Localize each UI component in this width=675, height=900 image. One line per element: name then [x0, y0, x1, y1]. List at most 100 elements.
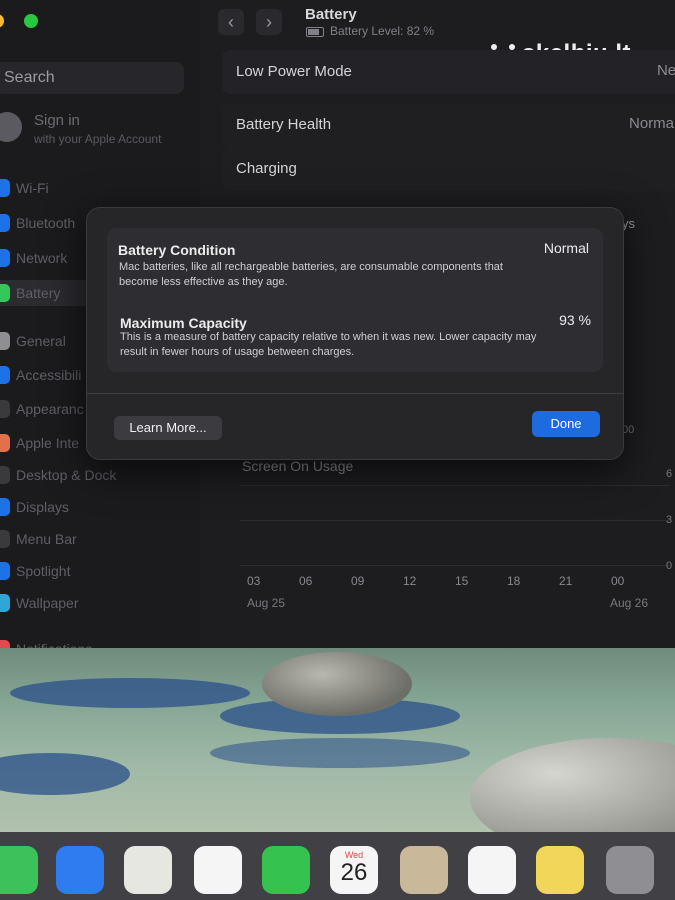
apple-intelligence-icon — [0, 434, 10, 452]
calendar-icon[interactable]: Wed 26 — [330, 846, 378, 894]
sidebar-item-label: Spotlight — [16, 563, 71, 579]
sidebar-item-label: Battery — [16, 285, 61, 301]
wallpaper-icon — [0, 594, 10, 612]
y-tick-label: 0 — [666, 560, 673, 572]
day-label: Aug 25 — [247, 596, 286, 610]
x-tick-label: 03 — [247, 574, 261, 588]
sidebar-item-menu-bar[interactable]: Menu Bar — [0, 526, 192, 552]
x-tick-label: 00 — [611, 574, 625, 588]
displays-icon — [0, 498, 10, 516]
done-button[interactable]: Done — [532, 411, 600, 437]
x-tick-label: 18 — [507, 574, 521, 588]
sidebar-item-desktop-dock[interactable]: Desktop & Dock — [0, 462, 192, 488]
zoom-window-button[interactable] — [24, 14, 38, 28]
signin-title: Sign in — [34, 112, 80, 129]
system-settings-icon[interactable] — [606, 846, 654, 894]
menu-bar-icon — [0, 530, 10, 548]
battery-icon — [306, 26, 324, 37]
x-tick-label: 15 — [455, 574, 469, 588]
wallpaper-rock — [470, 738, 675, 838]
notes-icon[interactable] — [536, 846, 584, 894]
battery-health-value: Norma — [628, 115, 674, 132]
gear-icon — [0, 332, 10, 350]
sidebar-item-label: General — [16, 333, 66, 349]
battery-info-box: Battery Condition Normal Mac batteries, … — [107, 228, 603, 372]
apple-account-signin[interactable]: Sign in with your Apple Account — [0, 112, 192, 152]
charging-row[interactable]: Charging — [222, 147, 675, 191]
dock: Wed 26 — [0, 832, 675, 900]
y-tick-label: 3 — [666, 514, 673, 526]
back-button[interactable]: ‹ — [218, 9, 244, 35]
desktop-wallpaper — [0, 648, 675, 838]
maps-icon[interactable] — [124, 846, 172, 894]
wallpaper-rock — [262, 652, 412, 716]
battery-condition-description: Mac batteries, like all rechargeable bat… — [119, 261, 503, 288]
chart-gridline — [240, 485, 670, 486]
messages-icon[interactable] — [0, 846, 38, 894]
low-power-mode-label: Low Power Mode — [236, 63, 352, 80]
facetime-icon[interactable] — [262, 846, 310, 894]
wifi-icon — [0, 179, 10, 197]
charging-label: Charging — [236, 160, 297, 177]
sidebar-item-label: Network — [16, 250, 68, 266]
bluetooth-icon — [0, 214, 10, 232]
sidebar-item-label: Appearanc — [16, 401, 84, 417]
accessibility-icon — [0, 366, 10, 384]
dialog-divider — [87, 393, 623, 394]
battery-health-dialog: Battery Condition Normal Mac batteries, … — [86, 207, 624, 460]
avatar — [0, 112, 22, 142]
search-input[interactable]: Search — [0, 62, 184, 94]
screen-on-usage-title: Screen On Usage — [242, 458, 354, 474]
x-tick-label: 09 — [351, 574, 365, 588]
sidebar-item-wifi[interactable]: Wi-Fi — [0, 175, 192, 201]
minimize-window-button[interactable] — [0, 14, 4, 28]
sidebar-item-label: Accessibili — [16, 367, 82, 383]
chart-gridline — [240, 565, 670, 566]
x-tick-label: 06 — [299, 574, 313, 588]
x-tick-label: 12 — [403, 574, 417, 588]
desktop-dock-icon — [0, 466, 10, 484]
battery-condition-value: Normal — [543, 240, 589, 256]
maximum-capacity-value: 93 % — [559, 312, 591, 328]
maximum-capacity-title: Maximum Capacity — [120, 315, 247, 331]
signin-subtitle: with your Apple Account — [34, 132, 162, 146]
battery-health-row[interactable]: Battery Health Norma — [222, 103, 675, 147]
search-placeholder: Search — [4, 69, 55, 86]
sidebar-item-wallpaper[interactable]: Wallpaper — [0, 590, 192, 616]
sidebar-item-displays[interactable]: Displays — [0, 494, 192, 520]
reminders-icon[interactable] — [468, 846, 516, 894]
network-icon — [0, 249, 10, 267]
wallpaper-water — [210, 738, 470, 768]
sidebar-item-label: Apple Inte — [16, 435, 80, 451]
photos-icon[interactable] — [194, 846, 242, 894]
chevron-right-icon: › — [266, 12, 272, 32]
appearance-icon — [0, 400, 10, 418]
mail-icon[interactable] — [56, 846, 104, 894]
sidebar-item-label: Bluetooth — [16, 215, 76, 231]
y-tick-label: 6 — [666, 468, 673, 480]
sidebar-item-label: Displays — [16, 499, 69, 515]
sidebar-item-label: Menu Bar — [16, 531, 77, 547]
battery-condition-title: Battery Condition — [118, 242, 236, 258]
forward-button[interactable]: › — [256, 9, 282, 35]
wallpaper-water — [10, 678, 250, 708]
battery-icon — [0, 284, 10, 302]
page-title: Battery — [305, 6, 357, 23]
sidebar-item-label: Wi-Fi — [16, 180, 49, 196]
low-power-mode-row[interactable]: Low Power Mode Neve — [222, 50, 675, 94]
sidebar-item-spotlight[interactable]: Spotlight — [0, 558, 192, 584]
wallpaper-water — [0, 753, 130, 795]
learn-more-button[interactable]: Learn More... — [114, 416, 222, 440]
contacts-icon[interactable] — [400, 846, 448, 894]
battery-level-status: Battery Level: 82 % — [306, 24, 434, 38]
maximum-capacity-description: This is a measure of battery capacity re… — [120, 331, 537, 358]
chart-gridline — [240, 520, 670, 521]
day-label: Aug 26 — [610, 596, 649, 610]
sidebar-item-label: Wallpaper — [16, 595, 79, 611]
calendar-date: 26 — [340, 859, 368, 886]
battery-health-label: Battery Health — [236, 116, 332, 133]
low-power-mode-value[interactable]: Neve — [657, 62, 675, 79]
spotlight-icon — [0, 562, 10, 580]
sidebar-item-label: Desktop & Dock — [16, 467, 117, 483]
chevron-left-icon: ‹ — [228, 12, 234, 32]
